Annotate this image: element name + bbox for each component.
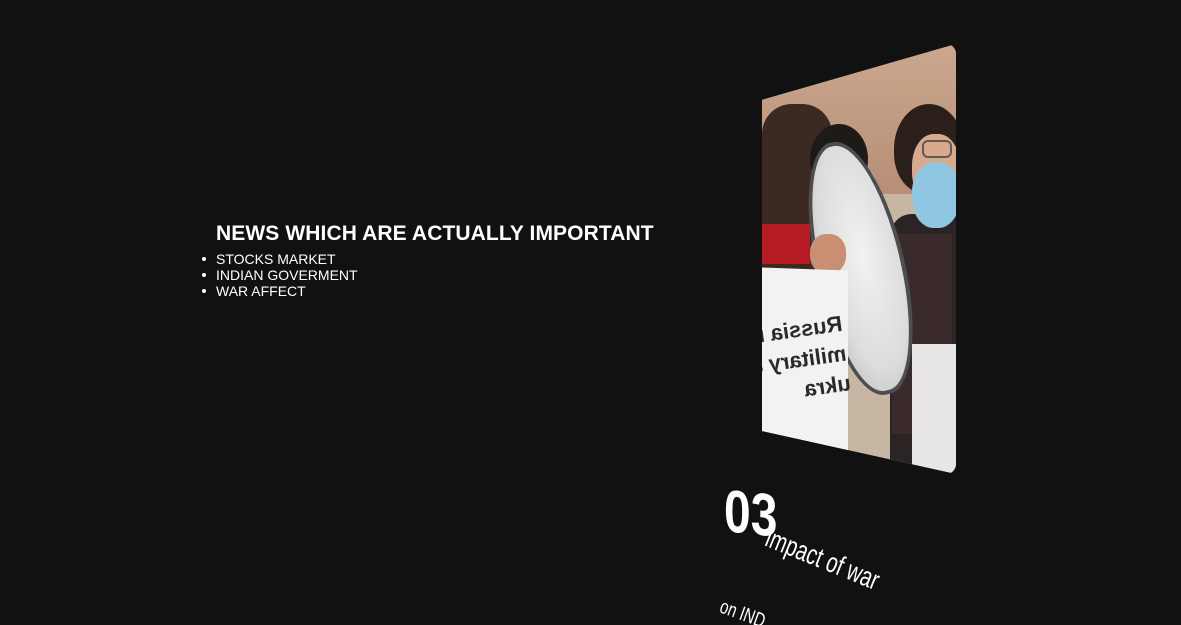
protest-photo-icon: Russia mu military ag ukra: [762, 44, 956, 474]
news-title: NEWS WHICH ARE ACTUALLY IMPORTANT: [216, 222, 654, 245]
card-caption[interactable]: impact of war: [761, 522, 884, 597]
news-item-indian-government: INDIAN GOVERMENT: [202, 267, 696, 283]
card-subcaption: on IND: [716, 595, 769, 625]
news-section: NEWS WHICH ARE ACTUALLY IMPORTANT STOCKS…: [202, 221, 696, 299]
news-item-war-affect: WAR AFFECT: [202, 283, 696, 299]
news-list: STOCKS MARKET INDIAN GOVERMENT WAR AFFEC…: [202, 251, 696, 299]
news-card-image[interactable]: Russia mu military ag ukra: [762, 44, 956, 474]
protest-sign-text: Russia mu military ag ukra: [762, 310, 853, 402]
news-item-stocks-market: STOCKS MARKET: [202, 251, 696, 267]
page: NEWS WHICH ARE ACTUALLY IMPORTANT STOCKS…: [0, 0, 1181, 625]
